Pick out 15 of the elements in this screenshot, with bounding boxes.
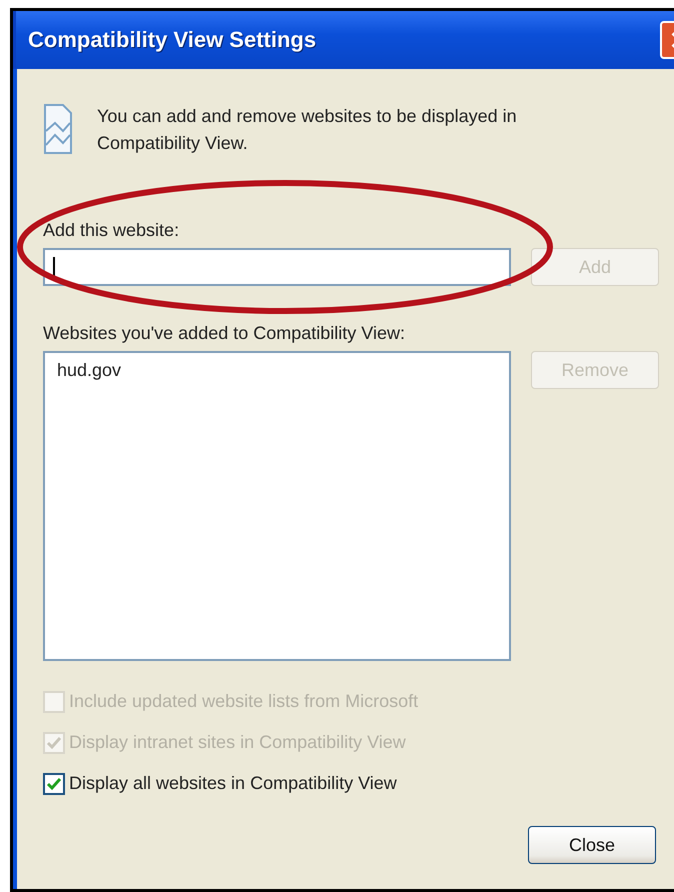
webpage-icon — [43, 103, 73, 155]
intro-text: You can add and remove websites to be displayed in Compatibility View. — [97, 105, 518, 155]
website-list[interactable]: hud.gov — [43, 351, 511, 661]
window-title: Compatibility View Settings — [28, 27, 316, 53]
add-website-label: Add this website: — [43, 219, 180, 242]
checkbox-label: Include updated website lists from Microsoft — [69, 690, 418, 713]
check-icon — [46, 776, 62, 792]
website-list-label: Websites you've added to Compatibility View: — [43, 322, 406, 345]
check-icon — [46, 734, 62, 750]
checkbox[interactable] — [43, 772, 65, 794]
checkbox-label: Display all websites in Compatibility View — [69, 772, 397, 795]
checkbox-label: Display intranet sites in Compatibility View — [69, 731, 406, 754]
website-input-field[interactable] — [43, 248, 511, 286]
website-list-item[interactable]: hud.gov — [55, 359, 124, 382]
close-button[interactable]: Close — [528, 826, 656, 864]
